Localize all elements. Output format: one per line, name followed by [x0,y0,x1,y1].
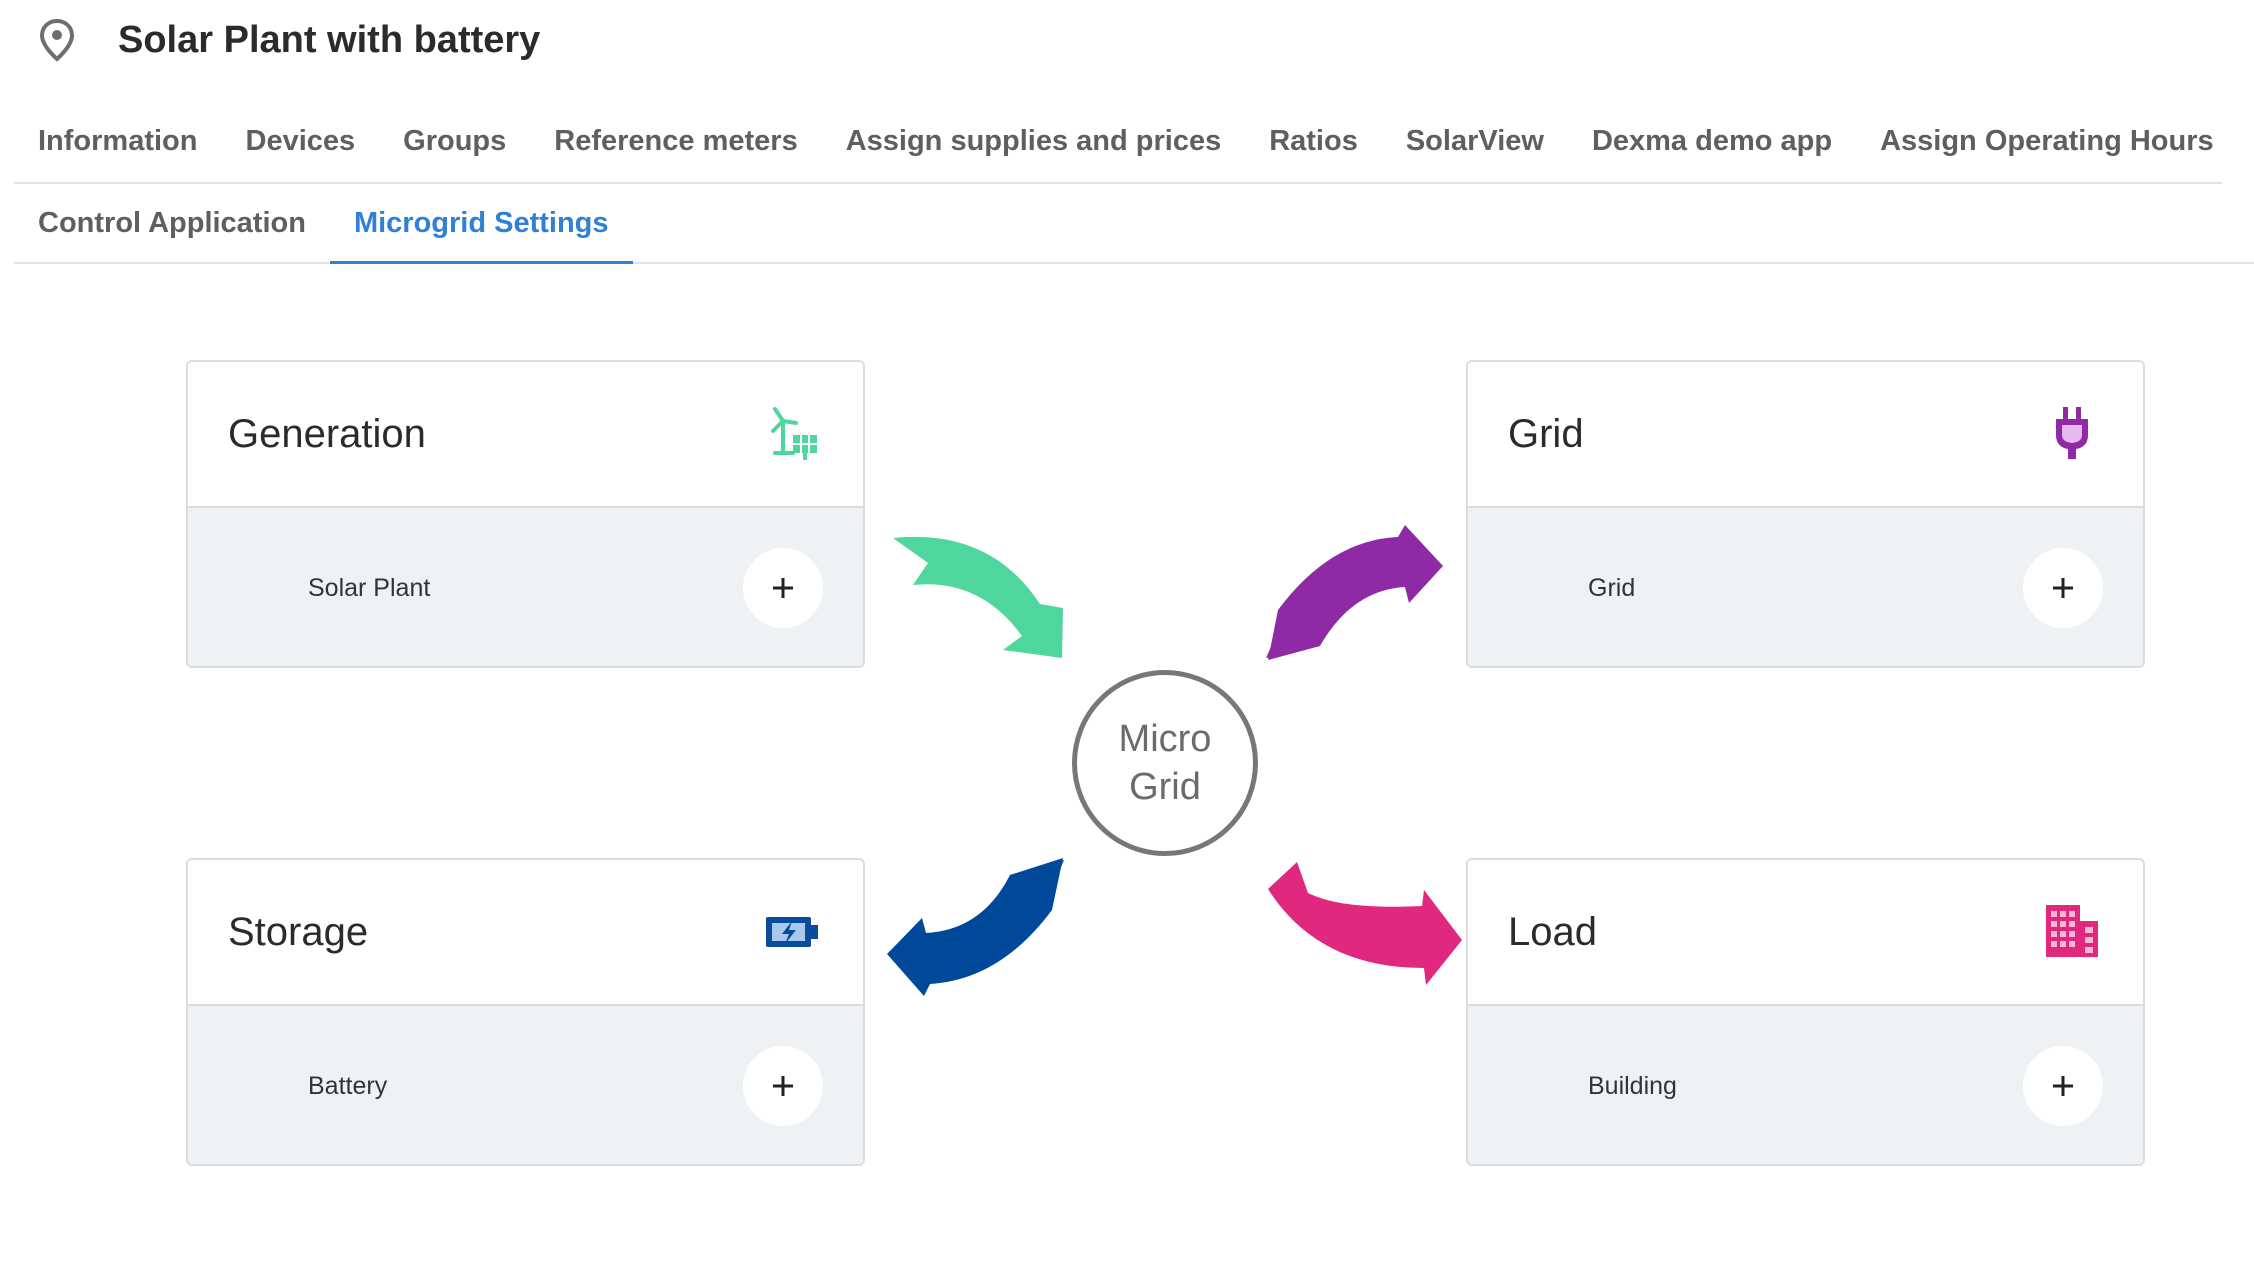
storage-card-title: Storage [228,909,369,954]
generation-icon [763,405,821,463]
grid-card-body: Grid [1468,508,2143,666]
load-card: Load Building [1466,858,2145,1166]
grid-card: Grid Grid [1466,360,2145,668]
add-grid-button[interactable] [2023,548,2103,628]
add-generation-button[interactable] [743,548,823,628]
plus-icon [2053,1076,2073,1096]
plus-icon [773,1076,793,1096]
building-icon [2043,903,2101,961]
microgrid-settings-page: Solar Plant with battery Information Dev… [0,0,2254,1284]
load-item-label: Building [1588,1071,1677,1100]
generation-item-label: Solar Plant [308,573,431,602]
generation-flow-arrow [893,536,1063,658]
plus-icon [773,578,793,598]
battery-icon [763,903,821,961]
generation-card-body: Solar Plant [188,508,863,666]
add-load-button[interactable] [2023,1046,2103,1126]
microgrid-label-line-2: Grid [1129,766,1201,808]
storage-card: Storage Battery [186,858,865,1166]
add-storage-button[interactable] [743,1046,823,1126]
plug-icon [2043,405,2101,463]
load-card-body: Building [1468,1006,2143,1164]
storage-item-label: Battery [308,1071,388,1100]
plus-icon [2053,578,2073,598]
grid-card-header: Grid [1468,362,2143,508]
load-card-title: Load [1508,909,1597,954]
generation-card-header: Generation [188,362,863,508]
microgrid-center: Micro Grid [1072,670,1258,856]
storage-card-body: Battery [188,1006,863,1164]
load-flow-arrow [1268,862,1462,985]
microgrid-label-line-1: Micro [1118,718,1212,760]
load-card-header: Load [1468,860,2143,1006]
grid-item-label: Grid [1588,573,1636,602]
storage-card-header: Storage [188,860,863,1006]
generation-card-title: Generation [228,411,426,456]
grid-card-title: Grid [1508,411,1584,456]
generation-card: Generation Solar Plant [186,360,865,668]
